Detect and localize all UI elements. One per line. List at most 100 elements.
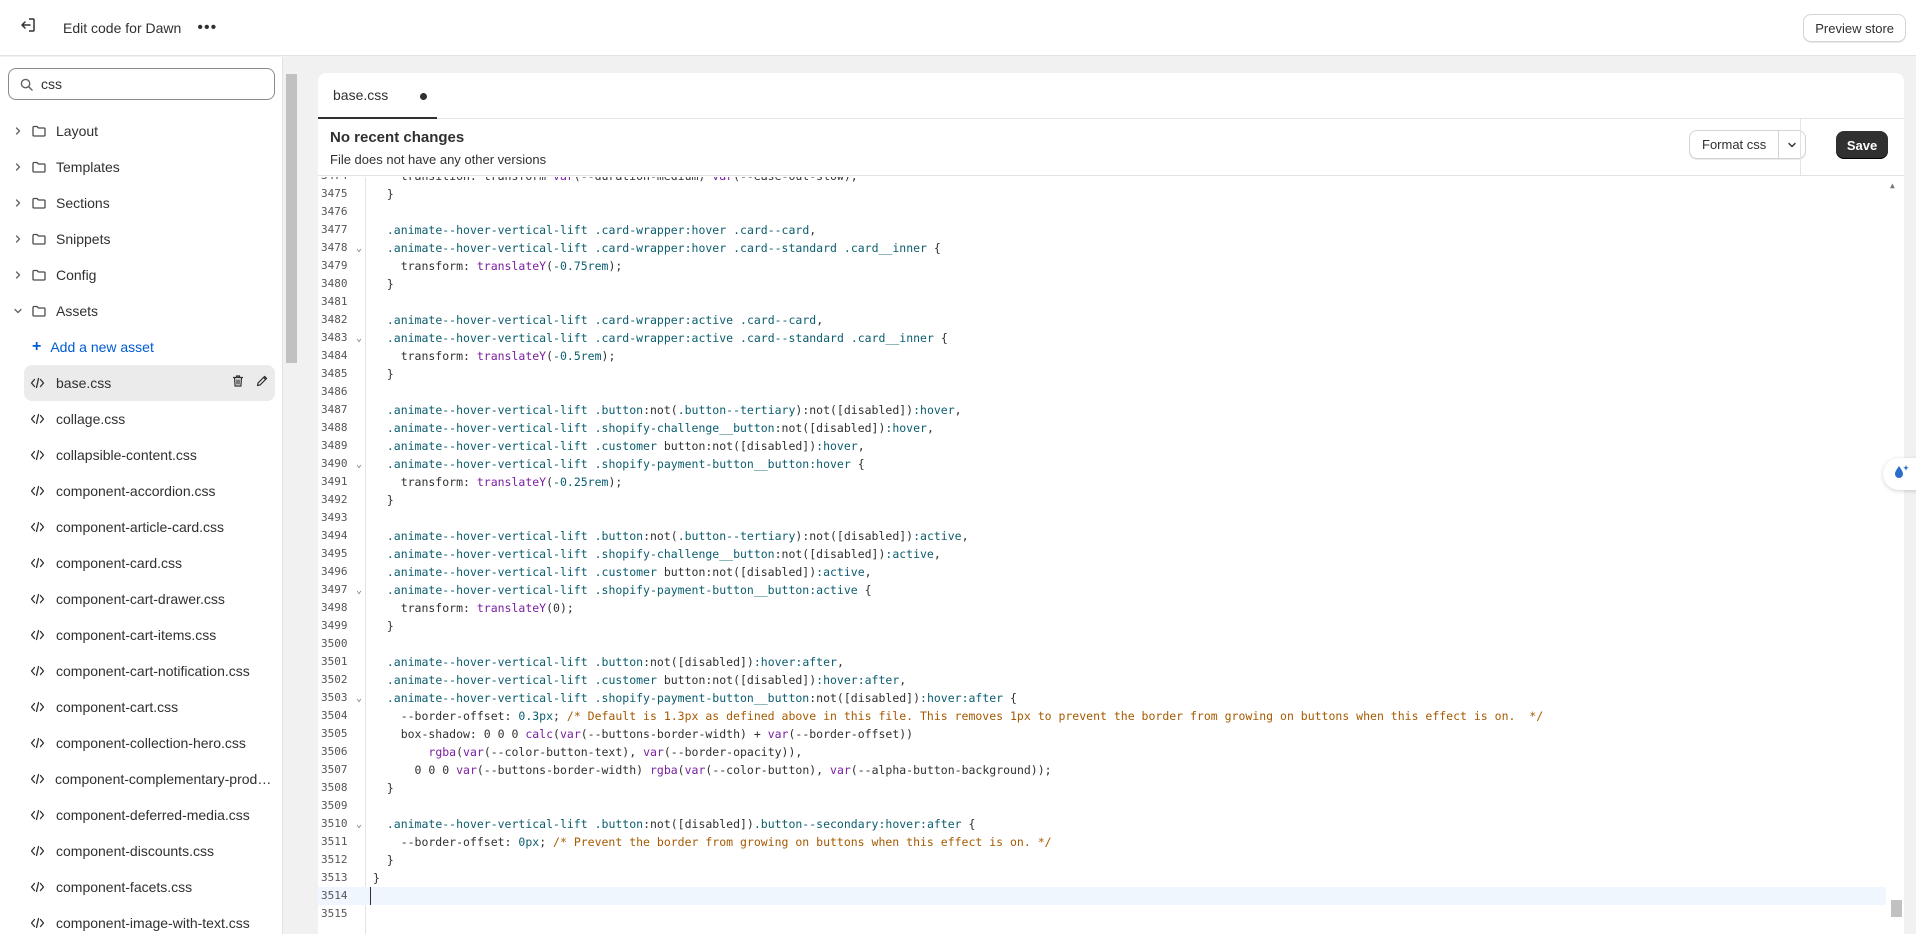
code-line[interactable]: 3489 .animate--hover-vertical-lift .cust… [318, 437, 1886, 455]
code-line[interactable]: 3506 rgba(var(--color-button-text), var(… [318, 743, 1886, 761]
code-line[interactable]: 3508 } [318, 779, 1886, 797]
asset-file-item[interactable]: component-deferred-media.css [24, 797, 275, 833]
code-text: } [373, 367, 394, 381]
folder-assets[interactable]: Assets [0, 293, 282, 329]
add-new-asset-link[interactable]: + Add a new asset [32, 329, 282, 365]
code-line[interactable]: 3486 [318, 383, 1886, 401]
code-line[interactable]: 3491 transform: translateY(-0.25rem); [318, 473, 1886, 491]
folder-config[interactable]: Config [0, 257, 282, 293]
code-line[interactable]: 3499 } [318, 617, 1886, 635]
code-line[interactable]: 3479 transform: translateY(-0.75rem); [318, 257, 1886, 275]
more-actions-button[interactable]: ••• [193, 14, 221, 42]
code-text: .animate--hover-vertical-lift .card-wrap… [386, 241, 941, 255]
chevron-right-icon[interactable] [12, 162, 24, 172]
unsaved-dot-icon[interactable] [420, 93, 427, 100]
asset-file-item[interactable]: component-cart-items.css [24, 617, 275, 653]
code-line[interactable]: 3478 ⌄ .animate--hover-vertical-lift .car… [318, 239, 1886, 257]
code-line[interactable]: 3513} [318, 869, 1886, 887]
chevron-right-icon[interactable] [12, 126, 24, 136]
code-line[interactable]: 3474 transition: transform var(--duratio… [318, 177, 1886, 185]
preview-store-button[interactable]: Preview store [1803, 14, 1906, 42]
save-button[interactable]: Save [1836, 131, 1888, 159]
code-line[interactable]: 3484 transform: translateY(-0.5rem); [318, 347, 1886, 365]
fold-chevron-icon[interactable]: ⌄ [356, 582, 362, 600]
code-line[interactable]: 3510 ⌄ .animate--hover-vertical-lift .but… [318, 815, 1886, 833]
code-line[interactable]: 3475 } [318, 185, 1886, 203]
code-line[interactable]: 3490 ⌄ .animate--hover-vertical-lift .sho… [318, 455, 1886, 473]
code-line[interactable]: 3501 .animate--hover-vertical-lift .butt… [318, 653, 1886, 671]
code-line[interactable]: 3488 .animate--hover-vertical-lift .shop… [318, 419, 1886, 437]
chevron-down-icon[interactable] [12, 306, 24, 316]
fold-chevron-icon[interactable]: ⌄ [356, 330, 362, 348]
fold-chevron-icon[interactable]: ⌄ [356, 456, 362, 474]
code-scrollbar[interactable]: ▲ [1886, 177, 1904, 934]
asset-file-item[interactable]: component-cart.css [24, 689, 275, 725]
floating-assistant-button[interactable] [1883, 458, 1916, 490]
scroll-up-icon[interactable]: ▲ [1890, 181, 1895, 190]
code-line[interactable]: 3507 0 0 0 var(--buttons-border-width) r… [318, 761, 1886, 779]
code-line[interactable]: 3515 [318, 905, 1886, 923]
code-scrollbar-thumb[interactable] [1891, 900, 1902, 917]
rename-icon[interactable] [255, 374, 269, 388]
code-line[interactable]: 3497 ⌄ .animate--hover-vertical-lift .sho… [318, 581, 1886, 599]
code-text: .animate--hover-vertical-lift .button:no… [386, 403, 962, 417]
asset-file-item[interactable]: component-cart-notification.css [24, 653, 275, 689]
code-line[interactable]: 3505 box-shadow: 0 0 0 calc(var(--button… [318, 725, 1886, 743]
file-search-input[interactable] [41, 76, 261, 92]
sidebar-scrollbar[interactable] [284, 57, 298, 934]
chevron-right-icon[interactable] [12, 198, 24, 208]
format-options-button[interactable] [1779, 131, 1805, 158]
code-line[interactable]: 3498 transform: translateY(0); [318, 599, 1886, 617]
folder-templates[interactable]: Templates [0, 149, 282, 185]
asset-file-item[interactable]: base.css [24, 365, 275, 401]
code-line[interactable]: 3483 ⌄ .animate--hover-vertical-lift .car… [318, 329, 1886, 347]
fold-chevron-icon[interactable]: ⌄ [356, 690, 362, 708]
code-line[interactable]: 3502 .animate--hover-vertical-lift .cust… [318, 671, 1886, 689]
code-line[interactable]: 3503 ⌄ .animate--hover-vertical-lift .sho… [318, 689, 1886, 707]
delete-icon[interactable] [231, 374, 245, 388]
code-line[interactable]: 3500 [318, 635, 1886, 653]
code-line[interactable]: 3476 [318, 203, 1886, 221]
code-line[interactable]: 3485 } [318, 365, 1886, 383]
code-line[interactable]: 3481 [318, 293, 1886, 311]
folder-snippets[interactable]: Snippets [0, 221, 282, 257]
code-line[interactable]: 3493 [318, 509, 1886, 527]
asset-file-item[interactable]: component-discounts.css [24, 833, 275, 869]
fold-chevron-icon[interactable]: ⌄ [356, 816, 362, 834]
code-file-icon [30, 808, 46, 822]
asset-file-item[interactable]: component-complementary-products.css [24, 761, 275, 797]
asset-file-item[interactable]: collapsible-content.css [24, 437, 275, 473]
code-line[interactable]: 3496 .animate--hover-vertical-lift .cust… [318, 563, 1886, 581]
line-number: 3508 [321, 781, 348, 794]
code-line[interactable]: 3512 } [318, 851, 1886, 869]
asset-file-item[interactable]: component-facets.css [24, 869, 275, 905]
code-area[interactable]: ▲ 3474 transition: transform var(--durat… [318, 177, 1904, 934]
asset-file-item[interactable]: component-article-card.css [24, 509, 275, 545]
sidebar-scrollbar-thumb[interactable] [286, 74, 297, 363]
tab-base-css[interactable]: base.css [318, 73, 437, 119]
asset-file-item[interactable]: collage.css [24, 401, 275, 437]
code-line[interactable]: 3509 [318, 797, 1886, 815]
code-line[interactable]: 3511 --border-offset: 0px; /* Prevent th… [318, 833, 1886, 851]
asset-file-item[interactable]: component-image-with-text.css [24, 905, 275, 934]
code-line[interactable]: 3487 .animate--hover-vertical-lift .butt… [318, 401, 1886, 419]
code-line[interactable]: 3492 } [318, 491, 1886, 509]
exit-button[interactable] [10, 10, 46, 46]
folder-sections[interactable]: Sections [0, 185, 282, 221]
code-line[interactable]: 3480 } [318, 275, 1886, 293]
asset-file-item[interactable]: component-accordion.css [24, 473, 275, 509]
asset-file-item[interactable]: component-collection-hero.css [24, 725, 275, 761]
asset-file-item[interactable]: component-cart-drawer.css [24, 581, 275, 617]
folder-layout[interactable]: Layout [0, 113, 282, 149]
fold-chevron-icon[interactable]: ⌄ [356, 240, 362, 258]
code-line[interactable]: 3504 --border-offset: 0.3px; /* Default … [318, 707, 1886, 725]
asset-file-item[interactable]: component-card.css [24, 545, 275, 581]
format-css-button[interactable]: Format css [1690, 131, 1780, 158]
chevron-right-icon[interactable] [12, 234, 24, 244]
chevron-right-icon[interactable] [12, 270, 24, 280]
code-line[interactable]: 3482 .animate--hover-vertical-lift .card… [318, 311, 1886, 329]
code-line[interactable]: 3514 [318, 887, 1886, 905]
code-line[interactable]: 3495 .animate--hover-vertical-lift .shop… [318, 545, 1886, 563]
code-line[interactable]: 3494 .animate--hover-vertical-lift .butt… [318, 527, 1886, 545]
code-line[interactable]: 3477 .animate--hover-vertical-lift .card… [318, 221, 1886, 239]
